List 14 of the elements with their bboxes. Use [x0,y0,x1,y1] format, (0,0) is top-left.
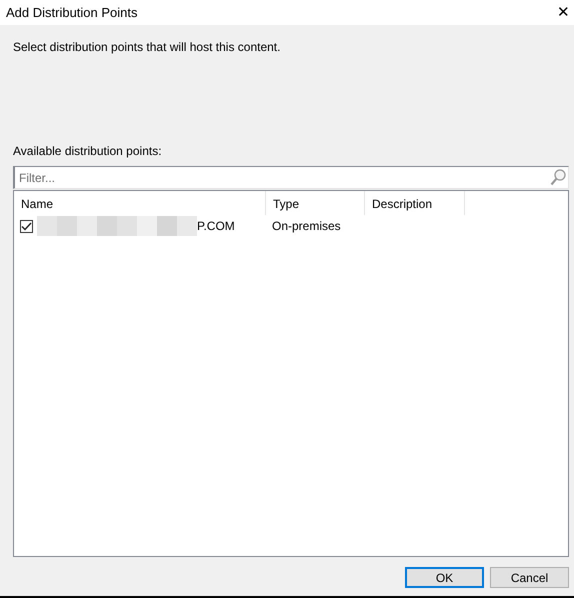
column-header[interactable]: Name [14,191,266,215]
filter-field[interactable]: Filter... [13,166,569,189]
search-icon [550,169,566,186]
table-cell: On-premises [272,219,341,233]
column-header[interactable]: Type [266,191,365,215]
instruction-text: Select distribution points that will host this content. [13,40,280,54]
checkbox[interactable] [20,220,33,232]
table-cell-text: P.COM [197,218,235,235]
ok-button[interactable]: OK [405,567,484,588]
column-header[interactable]: Description [365,191,465,215]
close-button[interactable]: ✕ [553,5,574,20]
window-title: Add Distribution Points [6,4,138,22]
list-label: Available distribution points: [13,144,162,158]
cancel-button[interactable]: Cancel [490,567,569,588]
